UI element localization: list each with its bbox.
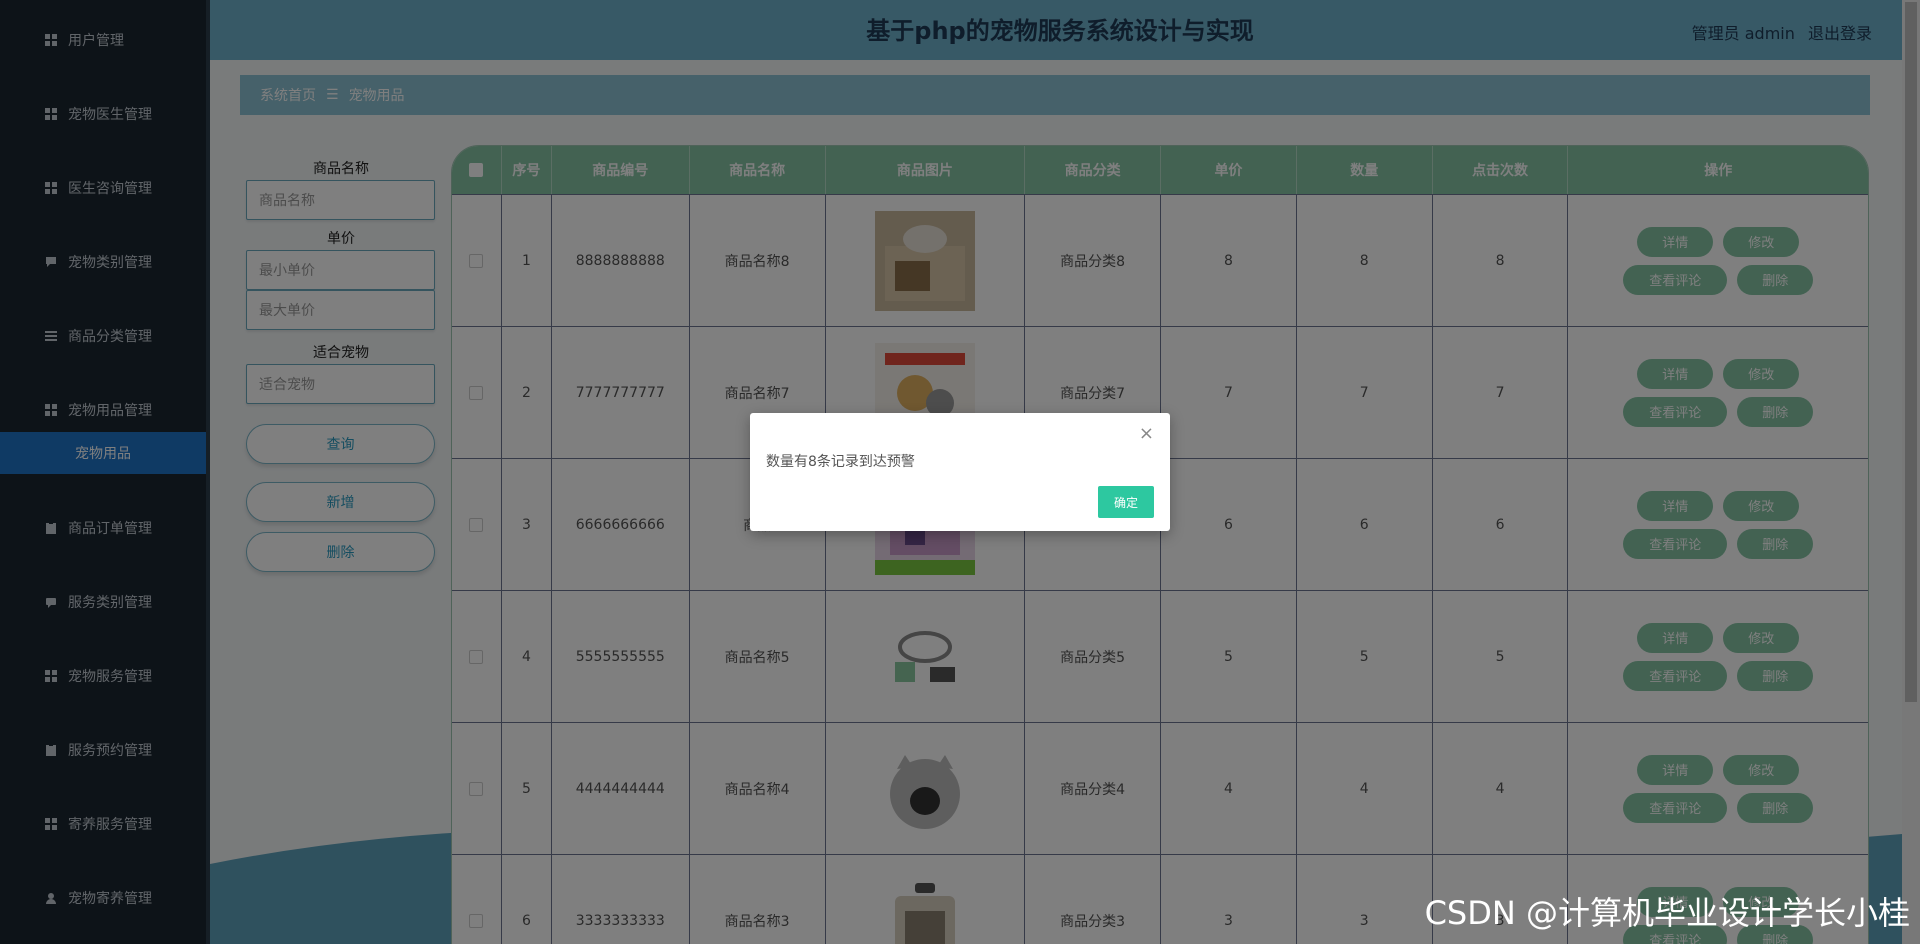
confirm-button[interactable]: 确定	[1098, 486, 1154, 518]
watermark: CSDN @计算机毕业设计学长小桂	[1424, 894, 1910, 932]
close-icon[interactable]: ×	[1139, 425, 1154, 443]
alert-dialog: × 数量有8条记录到达预警 确定	[750, 413, 1170, 531]
alert-message: 数量有8条记录到达预警	[766, 454, 915, 470]
